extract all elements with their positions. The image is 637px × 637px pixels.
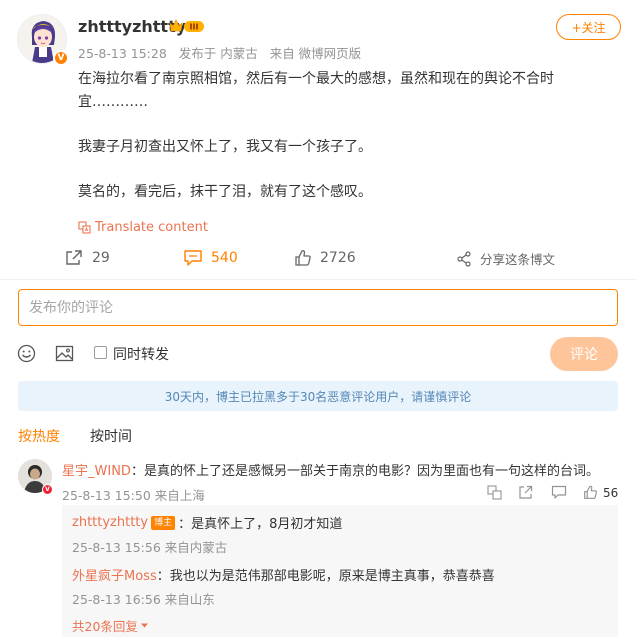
post-time[interactable]: 25-8-13 15:28 (78, 46, 167, 61)
tab-sort-time[interactable]: 按时间 (90, 426, 132, 446)
comment-count: 540 (211, 250, 238, 266)
translate-icon (78, 221, 91, 234)
comment-location: 来自上海 (154, 488, 205, 503)
reply-meta: 25-8-13 16:56 来自山东 (72, 589, 215, 608)
more-replies-label: 共20条回复 (72, 619, 138, 634)
comment-repost-button[interactable] (518, 485, 533, 500)
comment-meta: 25-8-13 15:50 来自上海 (62, 485, 205, 504)
share-icon (457, 250, 471, 267)
level-text: III (190, 23, 199, 32)
reply-text: ：我也以为是范伟那部电影呢，原来是博主真事，恭喜恭喜 (156, 569, 495, 584)
comment-input[interactable] (29, 299, 607, 316)
repost-button[interactable]: 29 (64, 249, 110, 267)
comment-text-line: 星宇_WIND：是真的怀上了还是感慨另一部关于南京的电影？因为里面也有一句这样的… (62, 460, 599, 479)
reply-time: 25-8-13 15:56 (72, 540, 161, 555)
translate-label: Translate content (95, 220, 208, 235)
repost-count: 29 (92, 250, 110, 266)
follow-button[interactable]: +关注 (556, 14, 621, 40)
submit-comment-button[interactable]: 评论 (550, 337, 618, 371)
thumbs-up-icon (584, 485, 598, 499)
commenter-name[interactable]: 星宇_WIND (62, 464, 131, 479)
repost-checkbox[interactable] (94, 346, 107, 359)
comment-like-button[interactable]: 56 (583, 485, 618, 500)
more-replies-link[interactable]: 共20条回复 (72, 616, 149, 635)
repost-icon (519, 485, 533, 499)
image-button[interactable] (55, 344, 74, 363)
thumbs-up-icon (295, 250, 311, 266)
comment-time: 25-8-13 15:50 (62, 488, 151, 503)
tab-sort-hot[interactable]: 按热度 (18, 426, 60, 446)
emoji-button[interactable] (17, 344, 36, 363)
post-paragraph: 我妻子月初查出又怀上了，我又有一个孩子了。 (78, 139, 372, 155)
like-count: 2726 (320, 250, 356, 266)
post-meta: 25-8-13 15:28 发布于 内蒙古 来自 微博网页版 (78, 43, 361, 62)
like-button[interactable]: 2726 (294, 249, 356, 267)
author-avatar[interactable]: V (17, 14, 69, 66)
translate-link[interactable]: Translate content (78, 220, 208, 235)
post-location: 发布于 内蒙古 (178, 46, 258, 61)
comment-like-count: 56 (603, 485, 619, 500)
emoji-icon (17, 344, 36, 363)
reply-location: 来自山东 (164, 592, 215, 607)
reply-author-name[interactable]: zhtttyzhttty (72, 515, 148, 530)
commenter-verified-badge: V (42, 484, 53, 495)
reply-item: 外星疯子Moss ：我也以为是范伟那部电影呢，原来是博主真事，恭喜恭喜 (72, 565, 495, 584)
repost-checkbox-label[interactable]: 同时转发 (113, 344, 169, 364)
comment-translate-button[interactable] (487, 485, 502, 500)
comment-icon (551, 485, 567, 499)
post-source: 来自 微博网页版 (269, 46, 362, 61)
share-button[interactable]: 分享这条博文 (456, 249, 555, 268)
image-icon (55, 345, 74, 362)
comment-reply-button[interactable] (551, 485, 567, 500)
translate-icon (487, 485, 502, 500)
repost-icon (66, 250, 82, 265)
verified-badge: V (53, 50, 69, 66)
crown-icon: III (169, 19, 204, 32)
comment-button[interactable]: 540 (183, 249, 238, 267)
reply-meta: 25-8-13 15:56 来自内蒙古 (72, 537, 227, 556)
author-tag: 博主 (151, 515, 176, 530)
comment-icon (184, 250, 202, 266)
post-paragraph: 在海拉尔看了南京照相馆，然后有一个最大的感想，虽然和现在的舆论不合时宜………… (78, 71, 554, 110)
caret-down-icon (140, 623, 148, 628)
moderation-notice: 30天内，博主已拉黑多于30名恶意评论用户，请谨慎评论 (18, 381, 618, 411)
reply-location: 来自内蒙古 (164, 540, 228, 555)
reply-time: 25-8-13 16:56 (72, 592, 161, 607)
post-paragraph: 莫名的，看完后，抹干了泪，就有了这个感叹。 (78, 184, 372, 200)
reply-text: ：是真怀上了，8月初才知道 (178, 517, 343, 532)
comment-text: ：是真的怀上了还是感慨另一部关于南京的电影？因为里面也有一句这样的台词。 (130, 464, 599, 479)
post-content: 在海拉尔看了南京照相馆，然后有一个最大的感想，虽然和现在的舆论不合时宜………… … (78, 68, 598, 204)
reply-author-name[interactable]: 外星疯子Moss (72, 565, 157, 584)
reply-item: zhtttyzhttty 博主 ：是真怀上了，8月初才知道 (72, 513, 342, 532)
divider (0, 279, 637, 280)
comment-input-wrap[interactable] (18, 289, 618, 326)
share-label: 分享这条博文 (480, 252, 556, 267)
level-badge: III (168, 17, 206, 35)
